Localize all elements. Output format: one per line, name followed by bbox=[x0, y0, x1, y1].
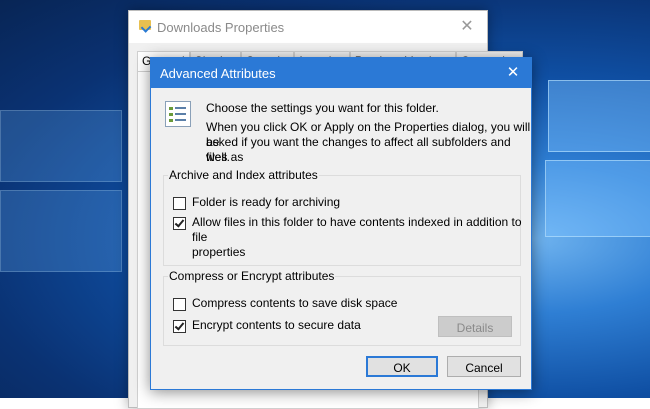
encrypt-option[interactable]: Encrypt contents to secure data bbox=[173, 318, 361, 333]
archive-index-group-label: Archive and Index attributes bbox=[168, 168, 319, 182]
intro-description-line: asked if you want the changes to affect … bbox=[206, 135, 511, 164]
close-icon[interactable]: ✕ bbox=[501, 61, 525, 85]
allow-index-option[interactable]: Allow files in this folder to have conte… bbox=[173, 215, 531, 260]
windows-logo-pane bbox=[0, 110, 122, 182]
folder-ready-archiving-checkbox[interactable] bbox=[173, 197, 186, 210]
compress-label[interactable]: Compress contents to save disk space bbox=[192, 296, 397, 311]
folder-icon bbox=[139, 20, 151, 30]
props-titlebar[interactable]: Downloads Properties ✕ bbox=[129, 11, 487, 43]
dialog-title: Advanced Attributes bbox=[160, 66, 276, 81]
attributes-list-icon bbox=[165, 101, 191, 127]
compress-checkbox[interactable] bbox=[173, 298, 186, 311]
dialog-titlebar[interactable]: Advanced Attributes ✕ bbox=[151, 58, 531, 88]
allow-index-checkbox[interactable] bbox=[173, 217, 186, 230]
intro-description-line: well. bbox=[206, 150, 231, 164]
ok-button[interactable]: OK bbox=[366, 356, 438, 377]
folder-ready-archiving-option[interactable]: Folder is ready for archiving bbox=[173, 195, 340, 210]
close-icon[interactable]: ✕ bbox=[455, 15, 479, 39]
folder-ready-archiving-label[interactable]: Folder is ready for archiving bbox=[192, 195, 340, 210]
windows-logo-pane bbox=[548, 80, 650, 152]
compress-option[interactable]: Compress contents to save disk space bbox=[173, 296, 397, 311]
intro-heading: Choose the settings you want for this fo… bbox=[206, 101, 439, 115]
allow-index-label[interactable]: Allow files in this folder to have conte… bbox=[192, 215, 531, 260]
compress-encrypt-group-label: Compress or Encrypt attributes bbox=[168, 269, 336, 283]
advanced-attributes-dialog[interactable]: Advanced Attributes ✕ Choose the setting… bbox=[150, 57, 532, 390]
props-window-title: Downloads Properties bbox=[157, 20, 285, 35]
allow-index-label-line: properties bbox=[192, 245, 246, 259]
allow-index-label-line: Allow files in this folder to have conte… bbox=[192, 215, 522, 244]
encrypt-label[interactable]: Encrypt contents to secure data bbox=[192, 318, 361, 333]
windows-logo-pane bbox=[0, 190, 122, 272]
encrypt-checkbox[interactable] bbox=[173, 320, 186, 333]
details-button[interactable]: Details bbox=[438, 316, 512, 337]
cancel-button[interactable]: Cancel bbox=[447, 356, 521, 377]
windows-logo-pane bbox=[545, 160, 650, 237]
